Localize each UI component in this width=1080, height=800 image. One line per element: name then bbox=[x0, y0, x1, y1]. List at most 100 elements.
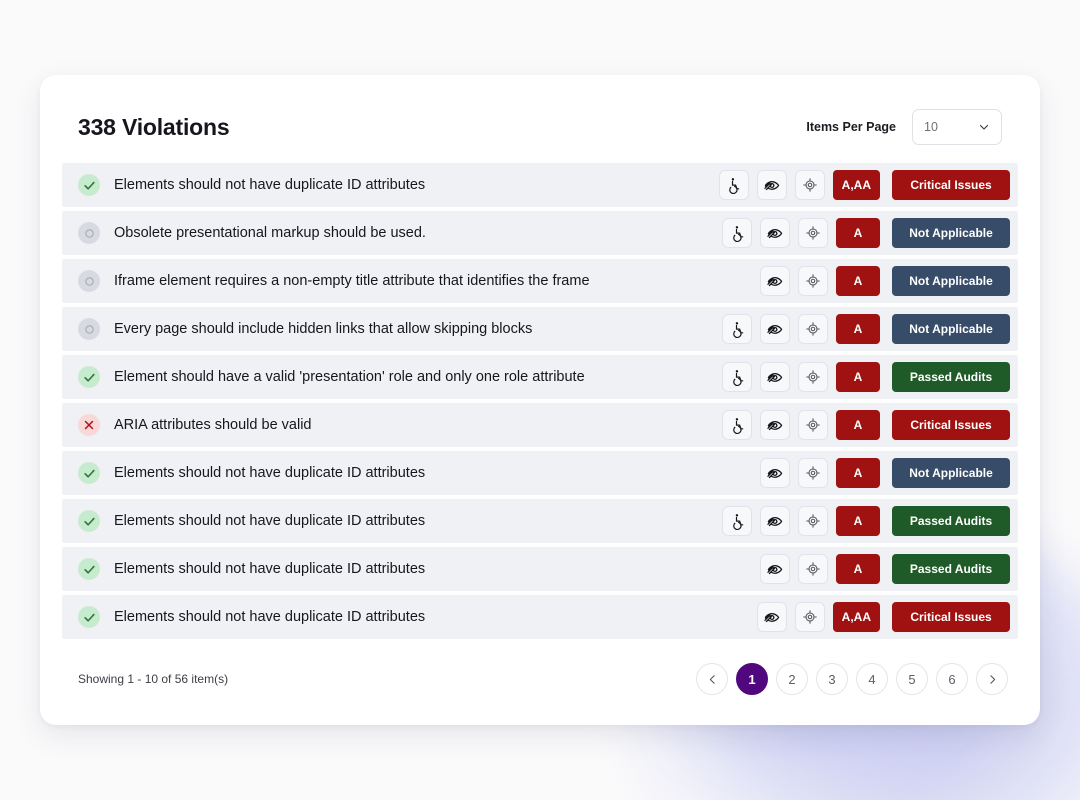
locate-element-button[interactable] bbox=[794, 170, 825, 200]
row-actions: A,AA Critical Issues bbox=[718, 170, 1010, 200]
hidden-toggle-button[interactable] bbox=[760, 314, 790, 344]
pagination-prev-button[interactable] bbox=[696, 663, 728, 695]
pagination-page-button[interactable]: 6 bbox=[936, 663, 968, 695]
table-row[interactable]: Elements should not have duplicate ID at… bbox=[62, 163, 1018, 207]
locate-element-button[interactable] bbox=[794, 602, 825, 632]
header-controls: Items Per Page 10 bbox=[806, 109, 1002, 145]
conformance-level-badge[interactable]: A bbox=[836, 362, 880, 392]
conformance-level-badge[interactable]: A bbox=[836, 218, 880, 248]
status-badge[interactable]: Passed Audits bbox=[892, 362, 1010, 392]
accessibility-button[interactable] bbox=[722, 362, 752, 392]
status-badge[interactable]: Not Applicable bbox=[892, 266, 1010, 296]
hidden-toggle-button[interactable] bbox=[760, 266, 790, 296]
table-row[interactable]: Elements should not have duplicate ID at… bbox=[62, 451, 1018, 495]
accessibility-button-placeholder bbox=[722, 266, 752, 296]
violations-list: Elements should not have duplicate ID at… bbox=[62, 163, 1018, 639]
table-row[interactable]: Every page should include hidden links t… bbox=[62, 307, 1018, 351]
check-icon bbox=[83, 371, 96, 384]
violation-label: Every page should include hidden links t… bbox=[114, 321, 533, 337]
page-title: 338 Violations bbox=[78, 113, 230, 140]
accessibility-button[interactable] bbox=[722, 506, 752, 536]
wheelchair-icon bbox=[729, 369, 746, 386]
table-row[interactable]: Obsolete presentational markup should be… bbox=[62, 211, 1018, 255]
eye-slash-icon bbox=[766, 320, 784, 338]
row-actions: A Passed Audits bbox=[722, 554, 1010, 584]
conformance-level-badge[interactable]: A,AA bbox=[832, 602, 880, 632]
status-icon-wrapper bbox=[78, 606, 100, 628]
showing-range-text: Showing 1 - 10 of 56 item(s) bbox=[78, 672, 229, 686]
check-icon bbox=[83, 467, 96, 480]
locate-element-button[interactable] bbox=[798, 554, 828, 584]
hidden-toggle-button[interactable] bbox=[756, 602, 787, 632]
chevron-left-icon bbox=[706, 673, 719, 686]
locate-element-button[interactable] bbox=[798, 410, 828, 440]
check-icon bbox=[83, 563, 96, 576]
hidden-toggle-button[interactable] bbox=[760, 410, 790, 440]
hidden-toggle-button[interactable] bbox=[756, 170, 787, 200]
conformance-level-badge[interactable]: A,AA bbox=[832, 170, 880, 200]
row-actions: A,AA Critical Issues bbox=[719, 602, 1010, 632]
locate-element-button[interactable] bbox=[798, 458, 828, 488]
locate-element-button[interactable] bbox=[798, 314, 828, 344]
conformance-level-badge[interactable]: A bbox=[836, 314, 880, 344]
status-badge[interactable]: Not Applicable bbox=[892, 458, 1010, 488]
status-badge[interactable]: Not Applicable bbox=[892, 314, 1010, 344]
locate-element-button[interactable] bbox=[798, 218, 828, 248]
table-row[interactable]: Elements should not have duplicate ID at… bbox=[62, 499, 1018, 543]
pagination-page-button[interactable]: 4 bbox=[856, 663, 888, 695]
status-badge[interactable]: Passed Audits bbox=[892, 554, 1010, 584]
conformance-level-badge[interactable]: A bbox=[836, 554, 880, 584]
table-row[interactable]: Elements should not have duplicate ID at… bbox=[62, 595, 1018, 639]
hidden-toggle-button[interactable] bbox=[760, 362, 790, 392]
items-per-page-select[interactable]: 10 bbox=[912, 109, 1002, 145]
pagination-page-button[interactable]: 5 bbox=[896, 663, 928, 695]
conformance-level-badge[interactable]: A bbox=[836, 410, 880, 440]
accessibility-button[interactable] bbox=[722, 410, 752, 440]
row-actions: A Passed Audits bbox=[722, 362, 1010, 392]
pagination-page-button[interactable]: 1 bbox=[736, 663, 768, 695]
card-header: 338 Violations Items Per Page 10 bbox=[62, 101, 1018, 153]
table-row[interactable]: Elements should not have duplicate ID at… bbox=[62, 547, 1018, 591]
chevron-down-icon bbox=[978, 121, 990, 133]
table-row[interactable]: Iframe element requires a non-empty titl… bbox=[62, 259, 1018, 303]
hidden-toggle-button[interactable] bbox=[760, 458, 790, 488]
pagination-page-button[interactable]: 2 bbox=[776, 663, 808, 695]
crosshair-icon bbox=[802, 177, 818, 193]
locate-element-button[interactable] bbox=[798, 362, 828, 392]
accessibility-button[interactable] bbox=[722, 218, 752, 248]
conformance-level-badge[interactable]: A bbox=[836, 266, 880, 296]
crosshair-icon bbox=[802, 609, 818, 625]
accessibility-button[interactable] bbox=[722, 314, 752, 344]
status-badge[interactable]: Critical Issues bbox=[892, 170, 1010, 200]
wheelchair-icon bbox=[725, 177, 742, 194]
hidden-toggle-button[interactable] bbox=[760, 506, 790, 536]
table-row[interactable]: Element should have a valid 'presentatio… bbox=[62, 355, 1018, 399]
status-badge[interactable]: Not Applicable bbox=[892, 218, 1010, 248]
hidden-toggle-button[interactable] bbox=[760, 218, 790, 248]
eye-slash-icon bbox=[763, 608, 781, 626]
conformance-level-badge[interactable]: A bbox=[836, 506, 880, 536]
accessibility-button-placeholder bbox=[719, 602, 749, 632]
status-badge[interactable]: Critical Issues bbox=[892, 602, 1010, 632]
crosshair-icon bbox=[805, 225, 821, 241]
violation-label: Elements should not have duplicate ID at… bbox=[114, 609, 426, 625]
status-badge[interactable]: Passed Audits bbox=[892, 506, 1010, 536]
violation-label: Elements should not have duplicate ID at… bbox=[114, 513, 426, 529]
conformance-level-badge[interactable]: A bbox=[836, 458, 880, 488]
eye-slash-icon bbox=[766, 512, 784, 530]
check-icon bbox=[83, 515, 96, 528]
hidden-toggle-button[interactable] bbox=[760, 554, 790, 584]
accessibility-button[interactable] bbox=[718, 170, 749, 200]
crosshair-icon bbox=[805, 273, 821, 289]
status-badge[interactable]: Critical Issues bbox=[892, 410, 1010, 440]
pagination-page-button[interactable]: 3 bbox=[816, 663, 848, 695]
locate-element-button[interactable] bbox=[798, 506, 828, 536]
violation-label: Element should have a valid 'presentatio… bbox=[114, 369, 585, 385]
violation-label: Iframe element requires a non-empty titl… bbox=[114, 273, 590, 289]
pagination-next-button[interactable] bbox=[976, 663, 1008, 695]
status-icon-wrapper bbox=[78, 558, 100, 580]
locate-element-button[interactable] bbox=[798, 266, 828, 296]
crosshair-icon bbox=[805, 513, 821, 529]
status-icon-wrapper bbox=[78, 510, 100, 532]
table-row[interactable]: ARIA attributes should be valid A Critical… bbox=[62, 403, 1018, 447]
